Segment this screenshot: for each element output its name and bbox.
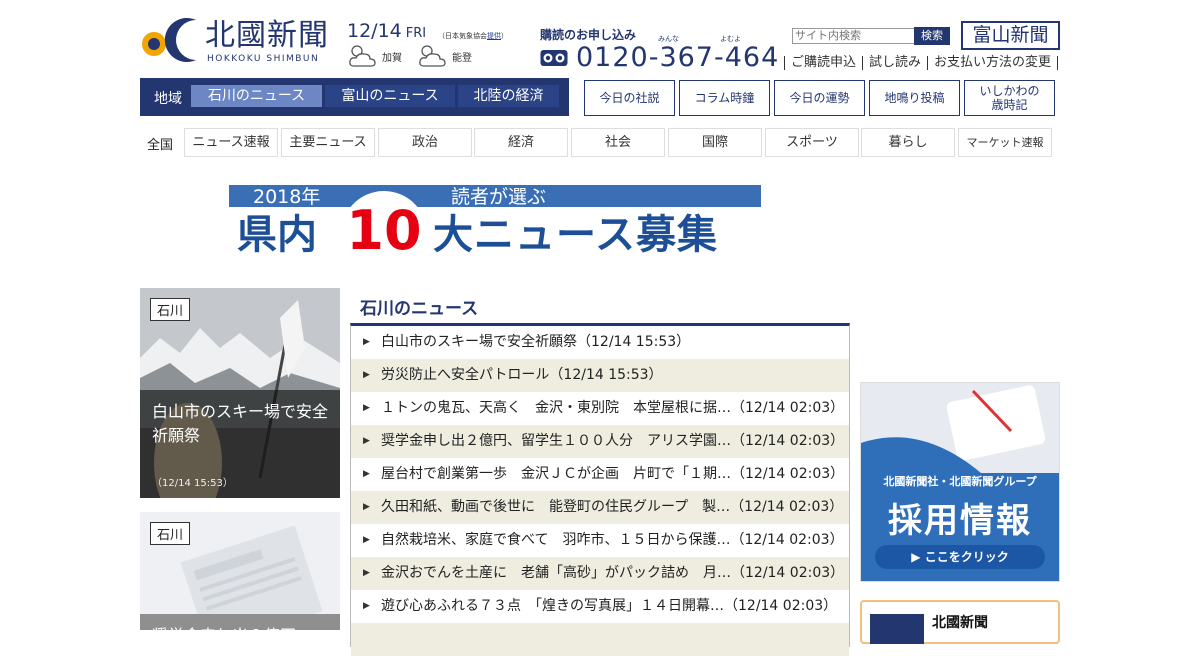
arrow-right-icon: ▶ [363,403,370,413]
payment-change-link[interactable]: お支払い方法の変更 [927,56,1059,70]
weather-credit-end: ） [501,32,508,40]
news-item[interactable]: ▶ １トンの鬼瓦、天高く 金沢・東別院 本堂屋根に据…（12/14 02:03） [351,392,849,425]
weather-credit-link[interactable]: 提供 [487,32,501,40]
region-nav: 地域 石川のニュース 富山のニュース 北陸の経済 [140,78,569,116]
news-item[interactable]: ▶ 奨学金申し出２億円、留学生１００人分 アリス学園…（12/14 02:03） [351,425,849,458]
featured-story-time: （12/14 15:53） [152,478,233,489]
logo-mark[interactable] [140,16,198,64]
arrow-right-icon: ▶ [363,502,370,512]
news-headline: 奨学金申し出２億円、留学生１００人分 アリス学園…（12/14 02:03） [381,433,845,449]
editorial-link[interactable]: 今日の社説 [584,80,675,116]
weather-credit: （日本気象協会提供） [438,31,508,41]
hokkoku-promo-thumb [870,614,924,644]
news-item[interactable]: ▶ 白山市のスキー場で安全祈願祭（12/14 15:53） [351,326,849,359]
date-dow: FRI [405,26,427,41]
cat-main-news[interactable]: 主要ニュース [281,128,375,157]
logo-text[interactable]: 北國新聞 [205,18,329,54]
site-search-input[interactable] [792,28,916,44]
weather-noto-label: 能登 [452,52,472,64]
recruit-click-button[interactable]: ▶ ここをクリック [875,545,1045,569]
news-item[interactable]: ▶ 自然栽培米、家庭で食べて 羽咋市、１５日から保護…（12/14 02:03） [351,524,849,557]
cat-sports[interactable]: スポーツ [765,128,859,157]
second-story-title[interactable]: 奨学金申し出２億円 [152,622,296,630]
news-item[interactable]: ▶ 労災防止へ安全パトロール（12/14 15:53） [351,359,849,392]
arrow-right-icon: ▶ [363,568,370,578]
featured-photo-story[interactable]: 石川 白山市のスキー場で安全祈願祭 （12/14 15:53） [140,288,340,498]
news-item[interactable]: ▶ 屋台村で創業第一歩 金沢ＪＣが企画 片町で「１期…（12/14 02:03） [351,458,849,491]
cat-news-flash[interactable]: ニュース速報 [184,128,278,157]
top10-news-banner[interactable]: 2018年 読者が選ぶ 県内 10 大ニュース募集 [229,185,761,263]
national-label: 全国 [147,138,174,153]
news-item [351,623,849,656]
weather-credit-text: （日本気象協会 [438,32,487,40]
ishikawa-news-list: ▶ 白山市のスキー場で安全祈願祭（12/14 15:53） ▶ 労災防止へ安全パトロ… [350,323,850,656]
subscribe-phone[interactable]: 0120-367-464 [540,42,779,73]
cloud-sun-icon [419,45,446,67]
banner-headline-b: 大ニュース募集 [433,212,718,258]
second-photo-story[interactable]: 石川 奨学金申し出２億円 [140,512,340,630]
current-date: 12/14 FRI [347,20,426,42]
subscribe-label: 購読のお申し込み [540,28,637,42]
phone-number: 0120-367-464 [576,42,780,73]
news-headline: 金沢おでんを土産に 老舗「高砂」がパック詰め 月…（12/14 02:03） [381,565,845,581]
news-headline: 自然栽培米、家庭で食べて 羽咋市、１５日から保護…（12/14 02:03） [381,532,844,548]
tab-toyama-news[interactable]: 富山のニュース [325,85,455,107]
region-badge: 石川 [150,298,191,321]
news-headline: 白山市のスキー場で安全祈願祭（12/14 15:53） [381,334,691,350]
hokkoku-promo-name: 北國新聞 [932,615,988,631]
weather-kaga-label: 加賀 [382,52,402,64]
cat-living[interactable]: 暮らし [861,128,955,157]
toyama-shimbun-link[interactable]: 富山新聞 [961,21,1060,50]
cat-politics[interactable]: 政治 [378,128,472,157]
banner-headline-a: 県内 [237,212,317,258]
reader-post-link[interactable]: 地鳴り投稿 [869,80,960,116]
tab-hokuriku-economy[interactable]: 北陸の経済 [458,85,559,107]
news-item[interactable]: ▶ 遊び心あふれる７３点 「煌きの写真展」１４日開幕…（12/14 02:03） [351,590,849,623]
date-md: 12/14 [347,20,402,42]
top-links: ご購読申込 試し読み お支払い方法の変更 [784,56,1059,70]
horoscope-link[interactable]: 今日の運勢 [774,80,865,116]
column-jisho-link[interactable]: コラム時鐘 [679,80,770,116]
recruit-ad-header: 北國新聞社・北國新聞グループ [883,475,1037,488]
cat-international[interactable]: 国際 [668,128,762,157]
news-item[interactable]: ▶ 金沢おでんを土産に 老舗「高砂」がパック詰め 月…（12/14 02:03） [351,557,849,590]
trial-read-link[interactable]: 試し読み [862,56,927,70]
cat-market[interactable]: マーケット速報 [958,128,1052,157]
subscribe-apply-link[interactable]: ご購読申込 [784,56,862,70]
recruit-ad-title: 採用情報 [888,501,1032,541]
ishikawa-saijiki-link[interactable]: いしかわの 歳時記 [964,80,1055,116]
tab-ishikawa-news[interactable]: 石川のニュース [191,85,322,107]
banner-headline-num: 10 [346,199,422,262]
arrow-right-icon: ▶ [363,535,370,545]
news-headline: １トンの鬼瓦、天高く 金沢・東別院 本堂屋根に据…（12/14 02:03） [381,400,845,416]
banner-year: 2018年 [253,186,321,208]
cat-society[interactable]: 社会 [571,128,665,157]
recruit-ad[interactable]: 北國新聞社・北國新聞グループ 採用情報 ▶ ここをクリック [860,382,1060,582]
cat-economy[interactable]: 経済 [474,128,568,157]
cloud-sun-icon [349,45,376,67]
region-badge: 石川 [150,522,191,545]
arrow-right-icon: ▶ [363,469,370,479]
news-headline: 久田和紙、動画で後世に 能登町の住民グループ 製…（12/14 02:03） [381,499,844,515]
region-label: 地域 [154,91,182,107]
news-headline: 労災防止へ安全パトロール（12/14 15:53） [381,367,663,383]
weather-kaga[interactable]: 加賀 [346,42,402,70]
weather-noto[interactable]: 能登 [416,42,472,70]
logo-subtext: HOKKOKU SHIMBUN [207,54,320,64]
search-button[interactable]: 検索 [914,27,950,45]
featured-story-title[interactable]: 白山市のスキー場で安全祈願祭 [152,400,332,448]
banner-reader: 読者が選ぶ [451,186,547,208]
hokkoku-promo-box[interactable]: 北國新聞 [860,600,1060,644]
arrow-right-icon: ▶ [363,601,370,611]
arrow-right-icon: ▶ [363,370,370,380]
news-headline: 屋台村で創業第一歩 金沢ＪＣが企画 片町で「１期…（12/14 02:03） [381,466,845,482]
arrow-right-icon: ▶ [363,337,370,347]
news-item[interactable]: ▶ 久田和紙、動画で後世に 能登町の住民グループ 製…（12/14 02:03） [351,491,849,524]
news-headline: 遊び心あふれる７３点 「煌きの写真展」１４日開幕…（12/14 02:03） [381,598,838,614]
arrow-right-icon: ▶ [363,436,370,446]
ishikawa-news-heading: 石川のニュース [360,299,479,319]
free-dial-icon [540,49,568,66]
